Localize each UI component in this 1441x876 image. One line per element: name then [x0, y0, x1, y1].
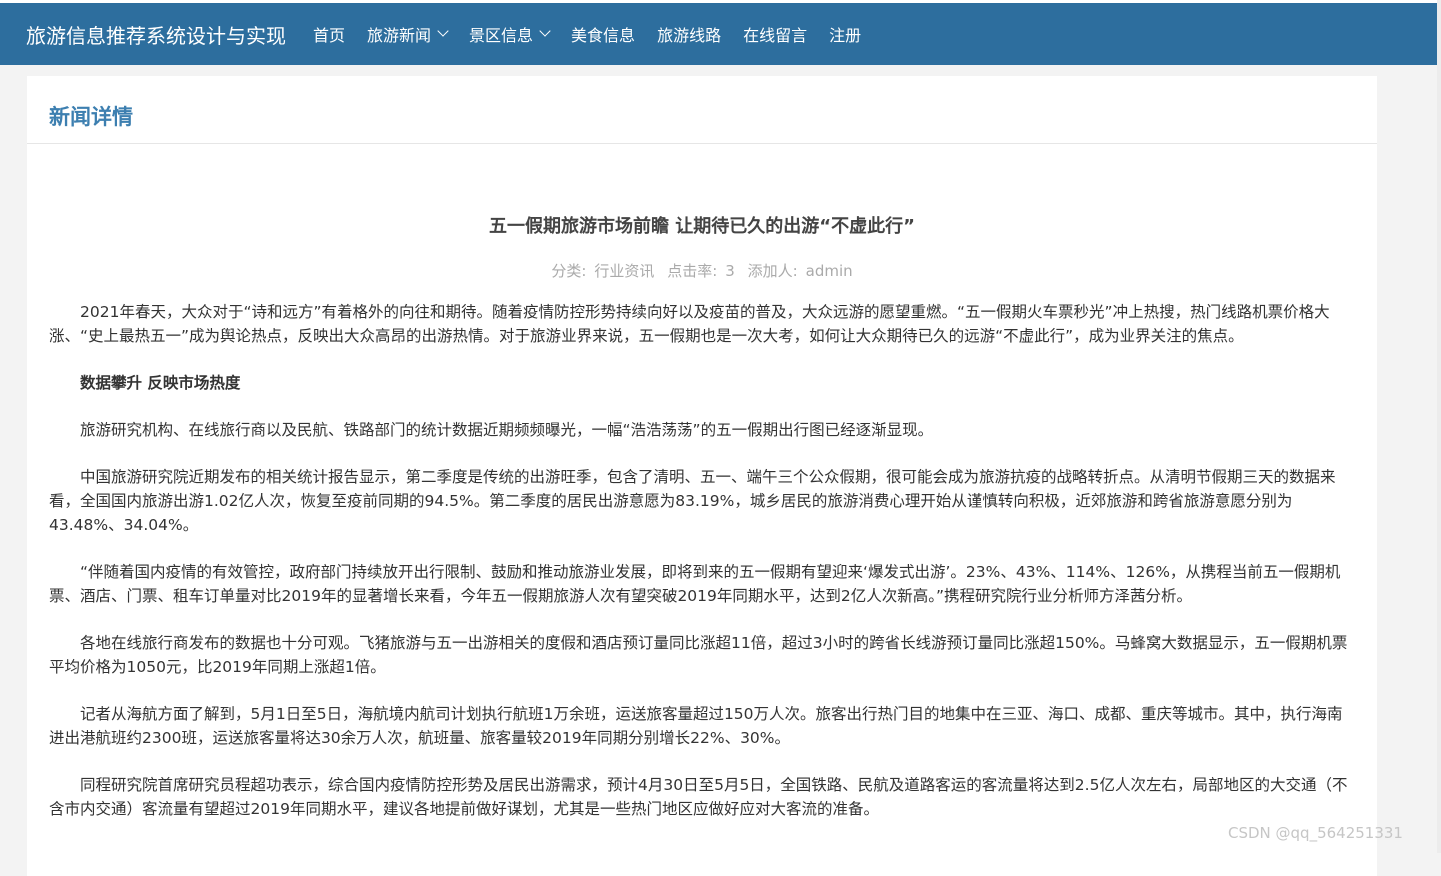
- nav-item-food[interactable]: 美食信息: [571, 22, 635, 46]
- nav-label: 旅游线路: [657, 26, 722, 45]
- main-nav: 首页 旅游新闻 景区信息 美食信息 旅游线路 在线留言 注册: [313, 22, 883, 46]
- nav-item-scenic-spots[interactable]: 景区信息: [469, 22, 551, 46]
- nav-label: 首页: [313, 26, 346, 45]
- article-paragraph: 记者从海航方面了解到，5月1日至5日，海航境内航司计划执行航班1万余班，运送旅客…: [49, 705, 1343, 747]
- nav-item-routes[interactable]: 旅游线路: [657, 22, 721, 46]
- news-detail-panel: 新闻详情 五一假期旅游市场前瞻 让期待已久的出游“不虚此行” 分类: 行业资讯 点…: [27, 76, 1377, 876]
- article-paragraph: 同程研究院首席研究员程超功表示，综合国内疫情防控形势及居民出游需求，预计4月30…: [49, 776, 1348, 818]
- panel-title: 新闻详情: [49, 105, 133, 129]
- category-value: 行业资讯: [594, 262, 655, 280]
- nav-label: 注册: [829, 26, 862, 45]
- nav-label: 旅游新闻: [367, 26, 432, 45]
- article-paragraph: 旅游研究机构、在线旅行商以及民航、铁路部门的统计数据近期频频曝光，一幅“浩浩荡荡…: [80, 421, 934, 439]
- clicks-label: 点击率:: [667, 262, 718, 280]
- panel-header: 新闻详情: [27, 76, 1377, 144]
- top-navbar: 旅游信息推荐系统设计与实现 首页 旅游新闻 景区信息 美食信息 旅游线路 在线留…: [0, 0, 1441, 65]
- article-title: 五一假期旅游市场前瞻 让期待已久的出游“不虚此行”: [489, 216, 915, 237]
- article-paragraph: 中国旅游研究院近期发布的相关统计报告显示，第二季度是传统的出游旺季，包含了清明、…: [49, 468, 1336, 534]
- article-paragraph: “伴随着国内疫情的有效管控，政府部门持续放开出行限制、鼓励和推动旅游业发展，即将…: [49, 563, 1341, 605]
- csdn-watermark: CSDN @qq_564251331: [1228, 824, 1403, 842]
- category-label: 分类:: [551, 262, 587, 280]
- site-brand[interactable]: 旅游信息推荐系统设计与实现: [26, 20, 286, 49]
- nav-label: 景区信息: [469, 26, 534, 45]
- article-paragraph: 2021年春天，大众对于“诗和远方”有着格外的向往和期待。随着疫情防控形势持续向…: [49, 303, 1330, 345]
- nav-label: 在线留言: [743, 26, 808, 45]
- clicks-value: 3: [725, 262, 735, 280]
- nav-item-travel-news[interactable]: 旅游新闻: [367, 22, 449, 46]
- nav-item-messages[interactable]: 在线留言: [743, 22, 807, 46]
- article-paragraph: 各地在线旅行商发布的数据也十分可观。飞猪旅游与五一出游相关的度假和酒店预订量同比…: [49, 634, 1348, 676]
- page-scrollbar[interactable]: [1437, 0, 1441, 853]
- article-meta: 分类: 行业资讯 点击率: 3 添加人: admin: [27, 260, 1377, 281]
- chevron-down-icon: [437, 25, 449, 37]
- nav-item-register[interactable]: 注册: [829, 22, 861, 46]
- nav-item-home[interactable]: 首页: [313, 22, 345, 46]
- author-label: 添加人:: [747, 262, 798, 280]
- nav-label: 美食信息: [571, 26, 636, 45]
- article-subheading: 数据攀升 反映市场热度: [80, 374, 241, 392]
- article-body: 2021年春天，大众对于“诗和远方”有着格外的向往和期待。随着疫情防控形势持续向…: [49, 300, 1355, 844]
- author-value: admin: [805, 262, 853, 280]
- chevron-down-icon: [539, 25, 551, 37]
